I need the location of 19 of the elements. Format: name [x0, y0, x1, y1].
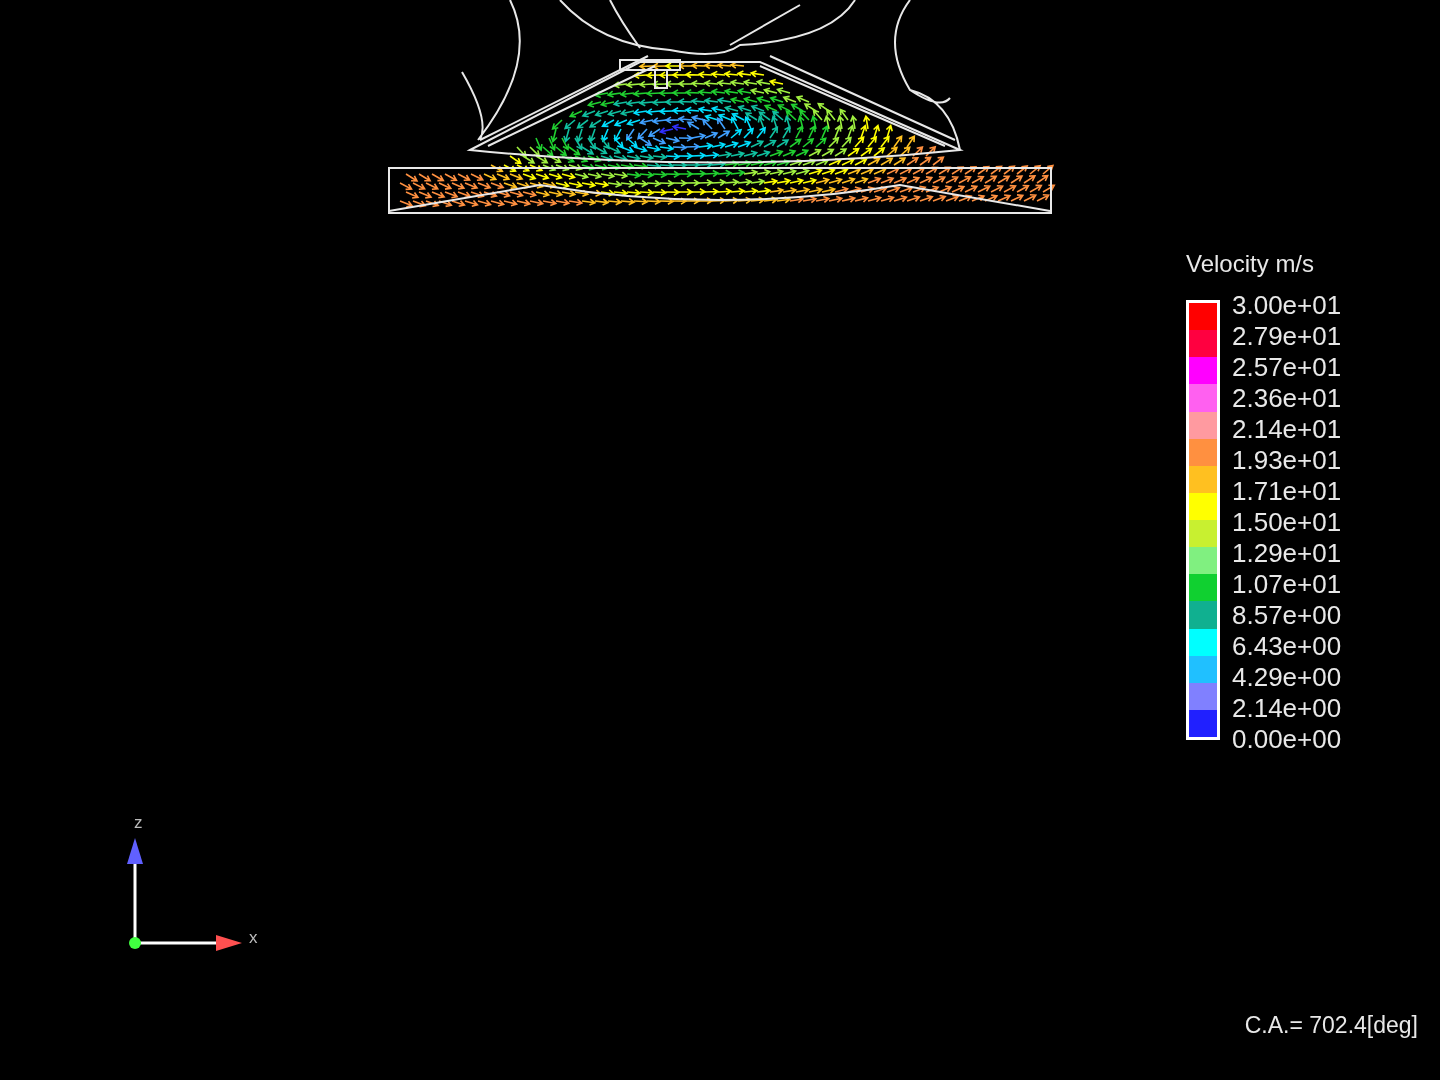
legend-value: 3.00e+01	[1232, 290, 1342, 321]
legend-value: 2.79e+01	[1232, 321, 1342, 352]
legend-value: 2.36e+01	[1232, 383, 1342, 414]
crank-angle-label: C.A.= 702.4[deg]	[1244, 1012, 1418, 1039]
legend-value: 0.00e+00	[1232, 724, 1342, 755]
legend-value: 8.57e+00	[1232, 600, 1342, 631]
legend-value: 1.07e+01	[1232, 569, 1342, 600]
legend-title: Velocity m/s	[1186, 250, 1315, 278]
axis-label: z	[134, 813, 143, 833]
legend-value: 2.57e+01	[1232, 352, 1342, 383]
legend-value: 1.93e+01	[1232, 445, 1342, 476]
legend-value: 6.43e+00	[1232, 631, 1342, 662]
legend-value: 2.14e+01	[1232, 414, 1342, 445]
legend-value: 1.29e+01	[1232, 538, 1342, 569]
legend-value: 2.14e+00	[1232, 693, 1342, 724]
legend-value: 1.50e+01	[1232, 507, 1342, 538]
axis-label: x	[249, 928, 258, 948]
legend-value: 1.71e+01	[1232, 476, 1342, 507]
legend-value: 4.29e+00	[1232, 662, 1342, 693]
